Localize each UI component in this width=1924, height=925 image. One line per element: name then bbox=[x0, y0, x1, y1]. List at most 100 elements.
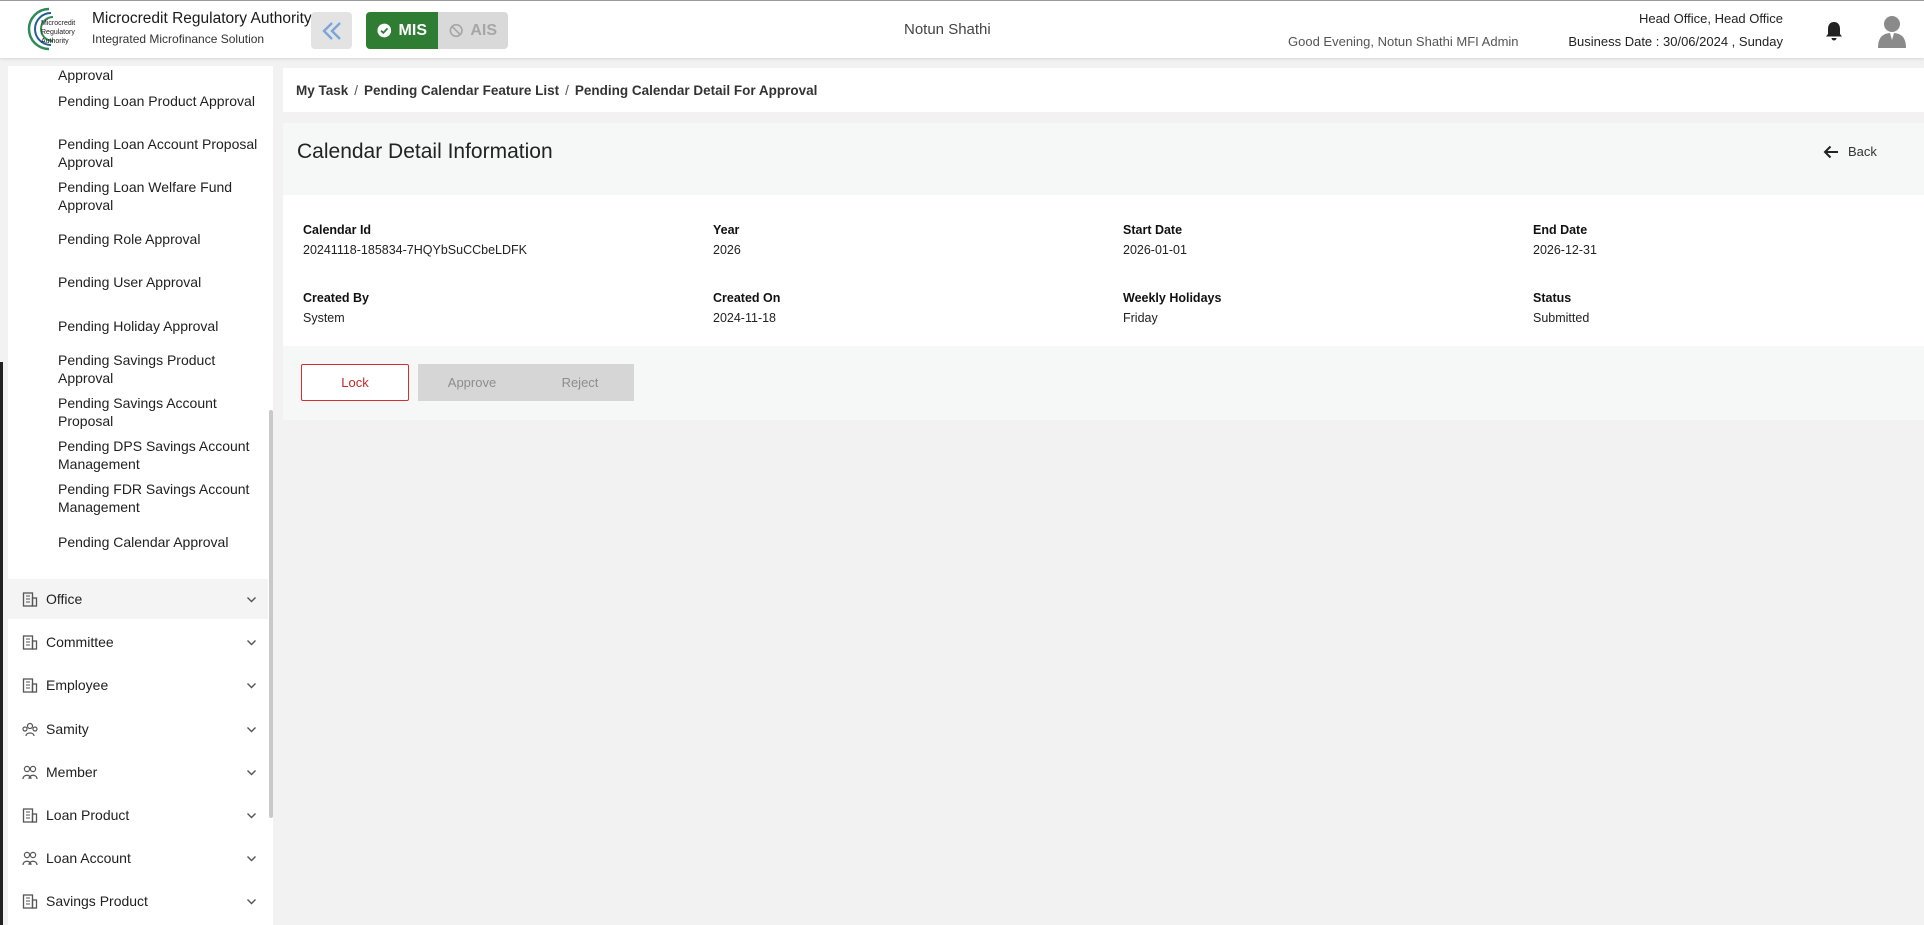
sidebar-menu-loan-product[interactable]: Loan Product bbox=[8, 795, 272, 835]
brand-title: Microcredit Regulatory Authority bbox=[92, 10, 312, 27]
mis-mode-button[interactable]: MIS bbox=[366, 12, 438, 49]
detail-card-header: Calendar Detail Information Back bbox=[283, 123, 1924, 195]
logo-text-2: Regulatory bbox=[41, 29, 75, 36]
sidebar-subitem-savings-account-proposal[interactable]: Pending Savings Account Proposal bbox=[58, 394, 268, 430]
field-label: Start Date bbox=[1123, 223, 1183, 237]
building-icon bbox=[22, 635, 38, 650]
check-circle-icon bbox=[377, 23, 392, 38]
sidebar-menu-label: Samity bbox=[46, 721, 89, 737]
business-date: Business Date : 30/06/2024 , Sunday bbox=[1568, 34, 1783, 49]
field-value: 20241118-185834-7HQYbSuCCbeLDFK bbox=[303, 243, 527, 257]
organization-name: Notun Shathi bbox=[904, 21, 991, 38]
breadcrumb: My Task / Pending Calendar Feature List … bbox=[283, 68, 1924, 112]
top-header: Microcredit Regulatory Authority Microcr… bbox=[0, 0, 1924, 58]
sidebar-subitem-approval[interactable]: Approval bbox=[58, 66, 268, 84]
sidebar: Approval Pending Loan Product Approval P… bbox=[8, 66, 272, 925]
people-icon bbox=[22, 765, 38, 780]
mode-toggle: MIS AIS bbox=[366, 12, 508, 49]
field-value: 2026 bbox=[713, 243, 741, 257]
chevron-down-icon bbox=[247, 597, 256, 603]
breadcrumb-my-task[interactable]: My Task bbox=[296, 83, 348, 98]
block-icon bbox=[449, 23, 463, 38]
greeting-text: Good Evening, Notun Shathi MFI Admin bbox=[1288, 34, 1519, 49]
sidebar-subitem-dps-savings-account[interactable]: Pending DPS Savings Account Management bbox=[58, 437, 268, 473]
field-value: Submitted bbox=[1533, 311, 1590, 325]
sidebar-menu-label: Member bbox=[46, 764, 98, 780]
sidebar-subitem-loan-welfare-fund-approval[interactable]: Pending Loan Welfare Fund Approval bbox=[58, 178, 268, 214]
ais-label: AIS bbox=[470, 21, 497, 39]
sidebar-menu-label: Committee bbox=[46, 634, 114, 650]
chevron-down-icon bbox=[247, 727, 256, 733]
sidebar-subitem-savings-product-approval[interactable]: Pending Savings Product Approval bbox=[58, 351, 268, 387]
chevron-down-icon bbox=[247, 856, 256, 862]
chevron-down-icon bbox=[247, 813, 256, 819]
field-status: Status Submitted bbox=[1533, 291, 1913, 325]
back-button[interactable]: Back bbox=[1823, 144, 1877, 159]
action-bar: Lock Approve Reject bbox=[283, 346, 1924, 420]
field-label: Created On bbox=[713, 291, 781, 305]
field-value: Friday bbox=[1123, 311, 1158, 325]
chevron-down-icon bbox=[247, 683, 256, 689]
chevron-down-icon bbox=[247, 640, 256, 646]
window-edge bbox=[0, 362, 3, 925]
field-value: 2026-12-31 bbox=[1533, 243, 1597, 257]
bell-icon[interactable] bbox=[1824, 20, 1844, 42]
people-icon bbox=[22, 851, 38, 866]
sidebar-menu-label: Loan Account bbox=[46, 850, 131, 866]
sidebar-menu-samity[interactable]: Samity bbox=[8, 709, 272, 749]
field-year: Year 2026 bbox=[713, 223, 1093, 257]
field-value: 2026-01-01 bbox=[1123, 243, 1187, 257]
sidebar-subitem-loan-account-proposal-approval[interactable]: Pending Loan Account Proposal Approval bbox=[58, 135, 268, 171]
sidebar-scrollbar-thumb[interactable] bbox=[269, 410, 273, 818]
field-label: Status bbox=[1533, 291, 1572, 305]
arrow-left-icon bbox=[1823, 145, 1838, 158]
field-label: End Date bbox=[1533, 223, 1588, 237]
sidebar-menu-label: Employee bbox=[46, 677, 109, 693]
group-icon bbox=[22, 722, 38, 737]
field-calendar-id: Calendar Id 20241118-185834-7HQYbSuCCbeL… bbox=[303, 223, 683, 257]
sidebar-subitem-user-approval[interactable]: Pending User Approval bbox=[58, 273, 268, 291]
sidebar-subitem-calendar-approval[interactable]: Pending Calendar Approval bbox=[58, 533, 268, 551]
mra-logo: Microcredit Regulatory Authority bbox=[27, 7, 75, 51]
sidebar-subitem-fdr-savings-account[interactable]: Pending FDR Savings Account Management bbox=[58, 480, 268, 516]
breadcrumb-separator: / bbox=[354, 82, 359, 98]
logo-text-3: Authority bbox=[41, 38, 69, 45]
page-title: Calendar Detail Information bbox=[297, 140, 553, 163]
sidebar-subitem-holiday-approval[interactable]: Pending Holiday Approval bbox=[58, 317, 268, 335]
double-chevron-left-icon bbox=[321, 21, 341, 40]
field-end-date: End Date 2026-12-31 bbox=[1533, 223, 1913, 257]
field-value: 2024-11-18 bbox=[713, 311, 777, 325]
sidebar-subitem-role-approval[interactable]: Pending Role Approval bbox=[58, 230, 268, 248]
field-label: Calendar Id bbox=[303, 223, 372, 237]
building-icon bbox=[22, 592, 38, 607]
chevron-down-icon bbox=[247, 899, 256, 905]
field-label: Year bbox=[713, 223, 740, 237]
sidebar-menu-office[interactable]: Office bbox=[8, 579, 272, 619]
user-avatar-icon[interactable] bbox=[1876, 14, 1908, 48]
reject-button[interactable]: Reject bbox=[526, 364, 634, 401]
approve-button[interactable]: Approve bbox=[418, 364, 526, 401]
field-start-date: Start Date 2026-01-01 bbox=[1123, 223, 1503, 257]
breadcrumb-pending-calendar-feature-list[interactable]: Pending Calendar Feature List bbox=[364, 83, 559, 98]
sidebar-collapse-button[interactable] bbox=[311, 12, 352, 49]
sidebar-menu-loan-account[interactable]: Loan Account bbox=[8, 838, 272, 878]
sidebar-subitem-loan-product-approval[interactable]: Pending Loan Product Approval bbox=[58, 92, 268, 110]
chevron-down-icon bbox=[247, 770, 256, 776]
brand-subtitle: Integrated Microfinance Solution bbox=[92, 32, 265, 46]
field-label: Weekly Holidays bbox=[1123, 291, 1222, 305]
sidebar-menu-label: Savings Product bbox=[46, 893, 148, 909]
lock-button[interactable]: Lock bbox=[301, 364, 409, 401]
field-value: System bbox=[303, 311, 345, 325]
breadcrumb-current: Pending Calendar Detail For Approval bbox=[574, 82, 818, 98]
ais-mode-button[interactable]: AIS bbox=[438, 12, 508, 49]
building-icon bbox=[22, 678, 38, 693]
office-name: Head Office, Head Office bbox=[1638, 11, 1783, 26]
sidebar-menu-committee[interactable]: Committee bbox=[8, 622, 272, 662]
sidebar-menu-member[interactable]: Member bbox=[8, 752, 272, 792]
sidebar-menu-employee[interactable]: Employee bbox=[8, 665, 272, 705]
sidebar-menu-label: Office bbox=[46, 591, 83, 607]
field-weekly-holidays: Weekly Holidays Friday bbox=[1123, 291, 1503, 325]
field-created-on: Created On 2024-11-18 bbox=[713, 291, 1093, 325]
sidebar-menu-savings-product[interactable]: Savings Product bbox=[8, 881, 272, 921]
logo-text-1: Microcredit bbox=[41, 20, 75, 27]
